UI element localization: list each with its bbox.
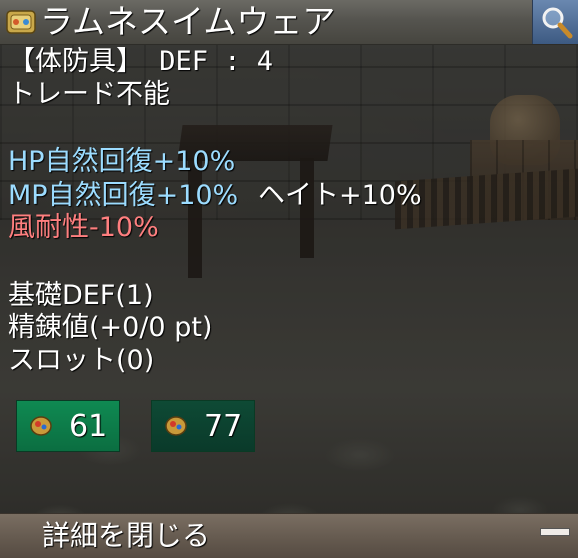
coin-icon [29, 415, 53, 441]
item-type-def: 【体防具】 DEF : 4 [8, 46, 274, 77]
close-details-label: 詳細を閉じる [42, 519, 211, 552]
cost-box: 77 [151, 400, 255, 452]
trade-restriction: トレード不能 [8, 79, 170, 110]
effect-wind-resist: 風耐性-10% [8, 212, 159, 243]
minus-icon[interactable] [540, 528, 570, 536]
cost-value: 61 [69, 409, 108, 444]
coin-icon [164, 415, 188, 441]
slot-count: スロット(0) [8, 345, 155, 376]
effect-hate: ヘイト+10% [258, 180, 422, 211]
swimwear-item-icon [6, 8, 36, 36]
effect-hp-regen: HP自然回復+10% [8, 146, 236, 177]
base-def: 基礎DEF(1) [8, 280, 154, 311]
refine-value: 精錬値(+0/0 pt) [8, 312, 213, 343]
item-tooltip-panel: ラムネスイムウェア 【体防具】 DEF : 4 トレード不能 HP自然回復+10… [0, 0, 578, 558]
cost-box: 61 [16, 400, 120, 452]
search-button[interactable] [532, 0, 578, 44]
effect-mp-regen: MP自然回復+10% [8, 180, 239, 211]
title-bar: ラムネスイムウェア [0, 0, 578, 45]
close-details-bar[interactable]: 詳細を閉じる [0, 513, 578, 558]
item-name: ラムネスイムウェア [40, 2, 336, 41]
cost-value: 77 [204, 409, 243, 444]
